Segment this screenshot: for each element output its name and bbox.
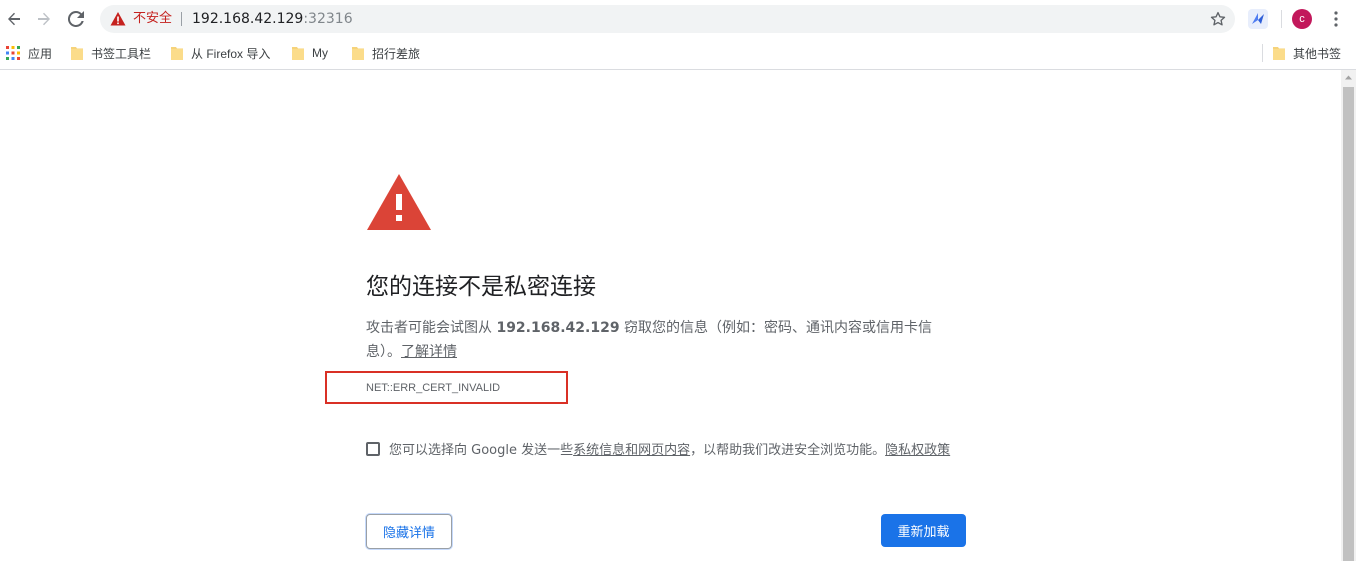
extension-icon[interactable] [1248, 9, 1268, 29]
page-scrollbar[interactable] [1341, 70, 1356, 561]
security-status-label[interactable]: 不安全 [133, 10, 172, 28]
warning-description: 攻击者可能会试图从 192.168.42.129 窃取您的信息（例如：密码、通讯… [366, 316, 966, 364]
privacy-policy-link[interactable]: 隐私权政策 [885, 443, 950, 458]
address-bar[interactable]: 不安全 192.168.42.129:32316 [100, 5, 1235, 33]
warning-icon[interactable] [110, 11, 126, 27]
bookmark-apps[interactable]: 应用 [6, 43, 52, 63]
folder-icon [171, 47, 183, 60]
back-button[interactable] [0, 5, 28, 33]
bookmarks-bar: 应用 书签工具栏 从 Firefox 导入 My 招行差旅 其他书签 [0, 38, 1356, 70]
bookmark-folder[interactable]: 书签工具栏 [71, 43, 151, 63]
url-text[interactable]: 192.168.42.129:32316 [192, 9, 353, 29]
learn-more-link[interactable]: 了解详情 [401, 344, 457, 360]
bookmarks-divider [1262, 44, 1263, 62]
folder-icon [71, 47, 83, 60]
bookmark-folder[interactable]: My [292, 43, 328, 63]
optin-checkbox[interactable] [366, 442, 380, 456]
large-warning-icon [367, 174, 431, 230]
desc-prefix: 攻击者可能会试图从 [366, 320, 497, 336]
bookmark-folder[interactable]: 招行差旅 [352, 43, 420, 63]
scroll-up-arrow-icon[interactable] [1341, 70, 1356, 85]
bookmark-label: My [312, 46, 328, 60]
url-host: 192.168.42.129 [192, 11, 304, 27]
optin-prefix: 您可以选择向 Google 发送一些 [389, 443, 574, 458]
bookmark-apps-label: 应用 [28, 46, 53, 61]
optin-mid: ，以帮助我们改进安全浏览功能。 [690, 443, 886, 458]
bookmark-label: 从 Firefox 导入 [191, 46, 271, 61]
bookmark-other[interactable]: 其他书签 [1273, 43, 1341, 63]
star-icon[interactable] [1209, 10, 1227, 28]
scroll-thumb[interactable] [1343, 87, 1354, 561]
optin-text: 您可以选择向 Google 发送一些系统信息和网页内容，以帮助我们改进安全浏览功… [389, 441, 969, 461]
url-port: :32316 [303, 11, 353, 27]
desc-host: 192.168.42.129 [496, 320, 620, 336]
bookmark-other-label: 其他书签 [1293, 46, 1342, 61]
folder-icon [1273, 47, 1285, 60]
hide-details-button[interactable]: 隐藏详情 [366, 514, 452, 549]
forward-button[interactable] [30, 5, 58, 33]
address-separator [181, 12, 182, 26]
reload-button[interactable]: 重新加载 [881, 514, 966, 547]
profile-avatar[interactable]: c [1292, 9, 1312, 29]
error-code[interactable]: NET::ERR_CERT_INVALID [366, 380, 500, 396]
toolbar-divider [1281, 10, 1282, 28]
reload-browser-button[interactable] [62, 5, 90, 33]
bookmark-folder[interactable]: 从 Firefox 导入 [171, 43, 270, 63]
reload-icon [68, 11, 84, 27]
apps-grid-icon [6, 46, 20, 60]
back-icon [8, 12, 20, 26]
bookmark-label: 书签工具栏 [91, 46, 152, 61]
forward-icon [38, 12, 50, 26]
menu-icon[interactable] [1326, 9, 1346, 29]
bookmark-label: 招行差旅 [372, 46, 421, 61]
folder-icon [352, 47, 364, 60]
folder-icon [292, 47, 304, 60]
browser-toolbar: 不安全 192.168.42.129:32316 c [0, 0, 1356, 38]
system-info-link[interactable]: 系统信息和网页内容 [573, 443, 690, 458]
page-title: 您的连接不是私密连接 [366, 274, 596, 300]
avatar-letter: c [1299, 13, 1305, 25]
